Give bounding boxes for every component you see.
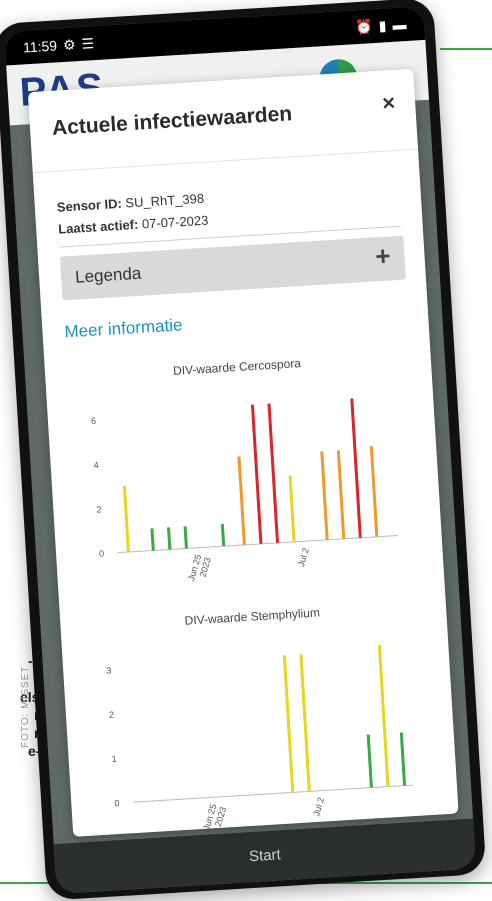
chart-bar: [369, 446, 379, 537]
chart-bar: [267, 403, 280, 543]
modal-title: Actuele infectiewaarden: [51, 102, 293, 140]
legend-accordion[interactable]: Legenda +: [59, 235, 406, 301]
y-tick-label: 4: [93, 460, 99, 470]
last-active-value: 07-07-2023: [141, 212, 209, 232]
x-tick-label: Jul 2: [311, 796, 326, 817]
signal-icon: ▮: [378, 16, 387, 34]
chart-bar: [122, 485, 130, 553]
stemphylium-chart: DIV-waarde Stemphylium 0 1 2 3 Jun 25 2023 Jul…: [82, 599, 435, 849]
alarm-icon: ⏰: [354, 17, 374, 35]
chart-bar: [288, 475, 296, 542]
phone-device: 11:59 ⚙ ☰ ⏰ ▮ ▬ PAS Start Actuele infect…: [0, 0, 487, 901]
y-tick-label: 6: [91, 416, 97, 426]
x-axis-line: [118, 535, 398, 554]
y-tick-label: 0: [99, 548, 105, 558]
y-tick-label: 3: [106, 665, 112, 675]
chart-bar: [220, 523, 226, 547]
more-info-link[interactable]: Meer informatie: [64, 315, 183, 342]
notification-icon: ⚙: [62, 35, 77, 53]
start-button[interactable]: Start: [249, 846, 282, 865]
y-tick-label: 2: [109, 710, 115, 720]
sensor-id-label: Sensor ID:: [56, 195, 123, 215]
menu-icon: ☰: [81, 34, 95, 52]
stemphylium-chart-svg: 0 1 2 3 Jun 252023 Jul 2: [106, 645, 413, 832]
status-time: 11:59: [22, 37, 58, 56]
chart-bar: [377, 645, 390, 787]
svg-text:Jul 2: Jul 2: [296, 547, 311, 568]
chart-bar: [167, 527, 172, 550]
chart-bar: [183, 526, 188, 549]
chart-bar: [282, 655, 295, 793]
chart-bar: [399, 732, 407, 786]
y-tick-label: 1: [111, 754, 117, 764]
x-tick-label: Jul 2: [296, 547, 311, 568]
photo-credit: FOTO: MISSET: [20, 665, 31, 748]
modal-divider: [32, 148, 419, 174]
sensor-id-value: SU_RhT_398: [124, 190, 205, 211]
battery-icon: ▬: [391, 16, 407, 33]
cercospora-chart: DIV-waarde Cercospora 0 2 4 6 Jun 25 2023 Jul …: [67, 350, 420, 600]
chart-bar: [336, 450, 346, 539]
x-tick-label: Jun 252023: [201, 803, 228, 832]
chart-bar: [350, 398, 362, 538]
chart-bar: [299, 654, 311, 792]
chart-bar: [366, 734, 373, 788]
y-tick-label: 0: [114, 798, 120, 808]
phone-screen: 11:59 ⚙ ☰ ⏰ ▮ ▬ PAS Start Actuele infect…: [4, 5, 477, 895]
chart-bar: [320, 451, 329, 540]
plus-icon[interactable]: +: [374, 240, 391, 272]
last-active-label: Laatst actief:: [57, 216, 139, 237]
chart-bar: [237, 456, 246, 546]
cercospora-chart-svg: 0 2 4 6 Jun 252023 Jul 2: [91, 398, 398, 582]
x-tick-label: Jun 252023: [186, 553, 213, 582]
y-tick-label: 2: [96, 504, 102, 514]
sensor-info: Sensor ID: SU_RhT_398 Laatst actief: 07-…: [56, 188, 209, 241]
svg-text:Jul 2: Jul 2: [311, 796, 326, 817]
infection-values-modal: Actuele infectiewaarden × Sensor ID: SU_…: [27, 68, 459, 837]
close-icon[interactable]: ×: [382, 90, 396, 117]
chart-bar: [250, 404, 263, 544]
legend-label: Legenda: [74, 263, 142, 287]
page-rule-top-right: [440, 48, 492, 50]
chart-bar: [150, 528, 155, 551]
